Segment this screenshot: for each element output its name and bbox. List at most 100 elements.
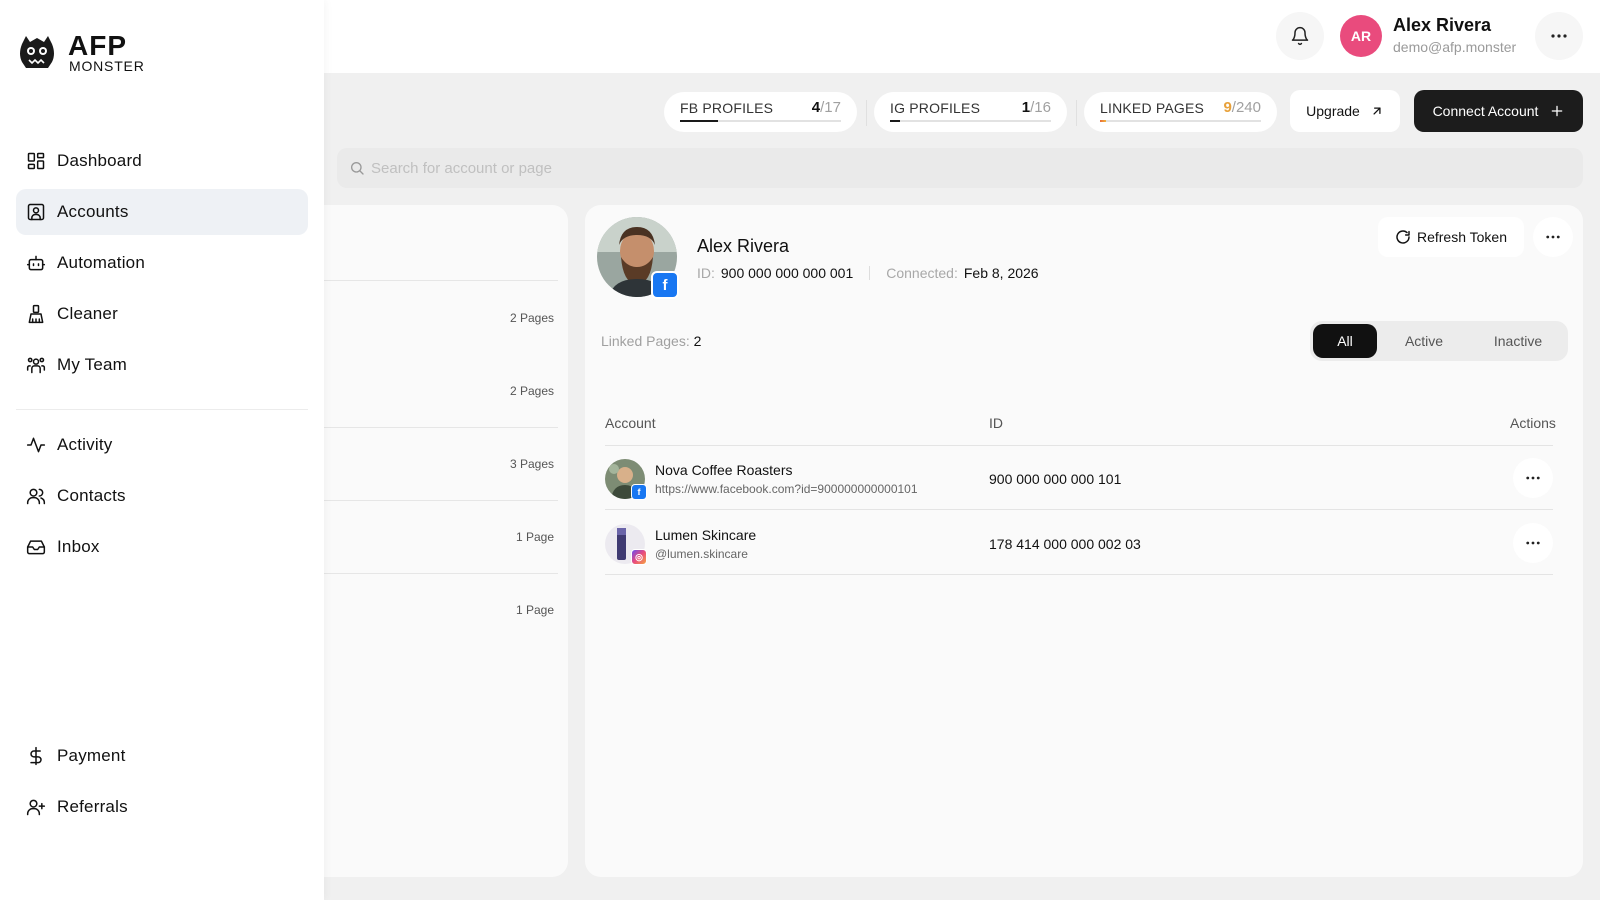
user-avatar[interactable]: AR [1340,15,1382,57]
stat-progress-track [1100,120,1261,122]
refresh-token-label: Refresh Token [1416,229,1507,245]
stat-label: FB PROFILES [680,100,774,116]
sidebar-item-label: Referrals [57,797,128,816]
sidebar-item-cleaner[interactable]: Cleaner [16,291,308,337]
dollar-icon [30,746,42,766]
table-row: ◎ Lumen Skincare @lumen.skincare 178 414… [605,511,1553,575]
sidebar-item-label: Payment [57,746,126,765]
inbox-icon [26,540,46,555]
notifications-button[interactable] [1276,12,1324,60]
user-name: Alex Rivera [1393,15,1492,35]
stat-ig-profiles: IG PROFILES 1/16 [874,92,1067,132]
more-horizontal-icon [1551,34,1567,38]
row-actions-button[interactable] [1513,458,1553,498]
filter-inactive[interactable]: Inactive [1471,324,1565,358]
more-horizontal-icon [1546,235,1560,239]
profile-meta: ID: 900 000 000 000 001 Connected: Feb 8… [697,265,1039,281]
sidebar-item-label: Activity [57,435,113,454]
stat-progress-fill [1100,120,1107,122]
stat-label: IG PROFILES [890,100,981,116]
sidebar-item-payment[interactable]: Payment [16,733,308,779]
page-name: Lumen Skincare [655,527,757,543]
filter-active[interactable]: Active [1377,324,1471,358]
page-name: Nova Coffee Roasters [655,462,793,478]
sidebar-item-activity[interactable]: Activity [16,422,308,468]
robot-icon [26,255,46,271]
stat-progress-fill [890,120,901,122]
account-list-panel: 2 Pages 2 Pages 3 Pages 1 Page 1 Page [300,205,568,877]
page-url: https://www.facebook.com?id=900000000000… [655,482,918,496]
stat-value: 4/17 [811,99,841,116]
list-divider [300,280,558,281]
sidebar-item-label: Contacts [57,486,126,505]
row-actions-button[interactable] [1513,523,1553,563]
refresh-token-button[interactable]: Refresh Token [1378,217,1524,257]
stat-label: LINKED PAGES [1100,100,1205,116]
accounts-icon [27,203,45,221]
facebook-icon: f [631,484,647,500]
sidebar-item-accounts[interactable]: Accounts [16,189,308,235]
activity-icon [26,437,46,453]
connect-account-label: Connect Account [1432,103,1539,119]
team-icon [26,357,46,374]
meta-divider [869,266,871,280]
dashboard-icon [27,152,45,170]
stat-divider [866,100,867,126]
stat-progress-track [680,120,841,122]
list-divider [300,427,558,428]
profile-name: Alex Rivera [697,236,790,256]
sidebar-item-label: Automation [57,253,145,272]
account-page-count: 1 Page [515,530,554,544]
account-page-count: 1 Page [515,603,554,617]
profile-id: 900 000 000 000 001 [720,265,854,281]
stat-divider [1076,100,1077,126]
profile-id-label: ID: [697,265,715,281]
contacts-icon [26,488,46,505]
stat-value: 1/16 [1021,99,1051,116]
sidebar-item-my-team[interactable]: My Team [16,342,308,388]
upgrade-label: Upgrade [1306,103,1360,119]
user-menu-button[interactable] [1535,12,1583,60]
bell-icon [1291,26,1309,46]
table-row: f Nova Coffee Roasters https://www.faceb… [605,446,1553,510]
brand-tagline: MONSTER [69,58,145,74]
sidebar-item-referrals[interactable]: Referrals [16,784,308,830]
connect-account-button[interactable]: Connect Account [1414,90,1583,132]
stat-fb-profiles: FB PROFILES 4/17 [664,92,857,132]
account-page-count: 3 Pages [509,457,554,471]
connected-label: Connected: [886,265,958,281]
sidebar-item-label: My Team [57,355,128,374]
sidebar-item-inbox[interactable]: Inbox [16,524,308,570]
monster-logo-icon [18,34,56,70]
stat-value: 9/240 [1223,99,1261,116]
column-header-actions: Actions [1510,415,1556,431]
sidebar-item-label: Dashboard [57,151,142,170]
plus-icon [1552,105,1563,117]
filter-all[interactable]: All [1313,324,1377,358]
search-icon [351,162,364,175]
status-filter: All Active Inactive [1310,321,1568,361]
stat-progress-track [890,120,1051,122]
account-detail-panel: f Alex Rivera ID: 900 000 000 000 001 Co… [585,205,1583,877]
refresh-icon [1396,230,1410,244]
sidebar-item-contacts[interactable]: Contacts [16,473,308,519]
list-divider [300,573,558,574]
connected-date: Feb 8, 2026 [963,265,1039,281]
stat-progress-fill [680,120,718,122]
profile-more-button[interactable] [1533,217,1573,257]
page-id: 178 414 000 000 002 03 [989,536,1141,552]
list-divider [300,500,558,501]
facebook-icon: f [651,271,679,299]
account-page-count: 2 Pages [509,384,554,398]
page-id: 900 000 000 000 101 [989,471,1122,487]
sidebar-item-automation[interactable]: Automation [16,240,308,286]
upgrade-button[interactable]: Upgrade [1290,90,1400,132]
sidebar-item-label: Inbox [57,537,100,556]
sidebar-item-dashboard[interactable]: Dashboard [16,138,308,184]
column-header-account: Account [605,415,656,431]
broom-icon [28,304,44,324]
search-input[interactable] [371,148,1271,188]
stat-linked-pages: LINKED PAGES 9/240 [1084,92,1277,132]
sidebar-drawer: AFP MONSTER Dashboard Accounts Automatio… [0,0,324,900]
arrow-up-right-icon [1373,107,1381,115]
